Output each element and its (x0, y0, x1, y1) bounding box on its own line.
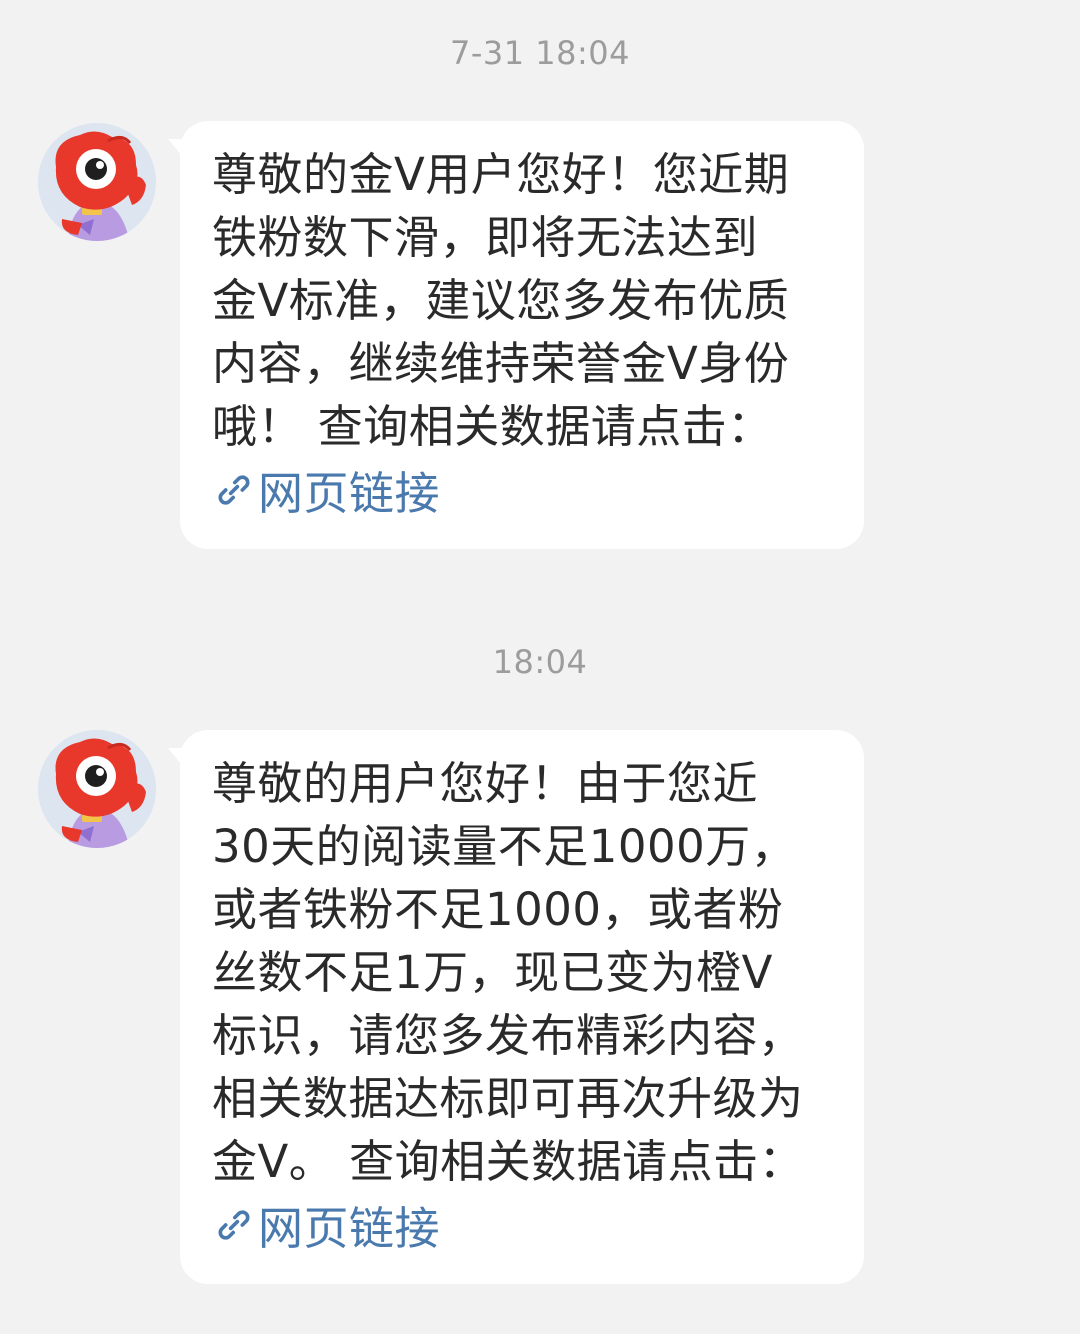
message-text-line: 铁粉数下滑，即将无法达到 (212, 211, 759, 264)
message-text-line: 标识，请您多发布精彩内容， (212, 1009, 804, 1062)
message-bubble: 尊敬的用户您好！由于您近 30天的阅读量不足1000万， 或者铁粉不足1000，… (168, 730, 864, 1284)
message-text-line: 30天的阅读量不足1000万， (212, 820, 797, 873)
link-icon (218, 1209, 250, 1240)
sender-avatar[interactable] (38, 123, 156, 241)
message-text-line: 或者铁粉不足1000，或者粉 (212, 883, 784, 936)
web-link[interactable]: 网页链接 (212, 1193, 834, 1256)
message-text-line: 金V。 查询相关数据请点击： (212, 1135, 805, 1188)
message-text-line: 金V标准，建议您多发布优质 (212, 274, 790, 327)
message-text-line: 尊敬的用户您好！由于您近 (212, 757, 759, 810)
web-link-label[interactable]: 网页链接 (258, 457, 440, 522)
web-link[interactable]: 网页链接 (212, 458, 834, 521)
message-text-line: 相关数据达标即可再次升级为 (212, 1072, 804, 1125)
bubble-tail (168, 748, 186, 770)
sender-avatar[interactable] (38, 730, 156, 848)
message-bubble: 尊敬的金V用户您好！您近期 铁粉数下滑，即将无法达到 金V标准，建议您多发布优质… (168, 121, 864, 549)
message-text-line: 哦！ 查询相关数据请点击： (212, 400, 773, 453)
message-text-line: 尊敬的金V用户您好！您近期 (212, 148, 790, 201)
weibo-mascot-avatar-icon (38, 730, 156, 848)
web-link-label[interactable]: 网页链接 (258, 1192, 440, 1257)
timestamp: 18:04 (492, 643, 588, 681)
bubble-tail (168, 139, 186, 161)
weibo-mascot-avatar-icon (38, 123, 156, 241)
timestamp: 7-31 18:04 (449, 34, 630, 72)
link-icon (218, 474, 250, 505)
message-text-line: 内容，继续维持荣誉金V身份 (212, 337, 790, 390)
message-text-line: 丝数不足1万，现已变为橙V (212, 946, 773, 999)
